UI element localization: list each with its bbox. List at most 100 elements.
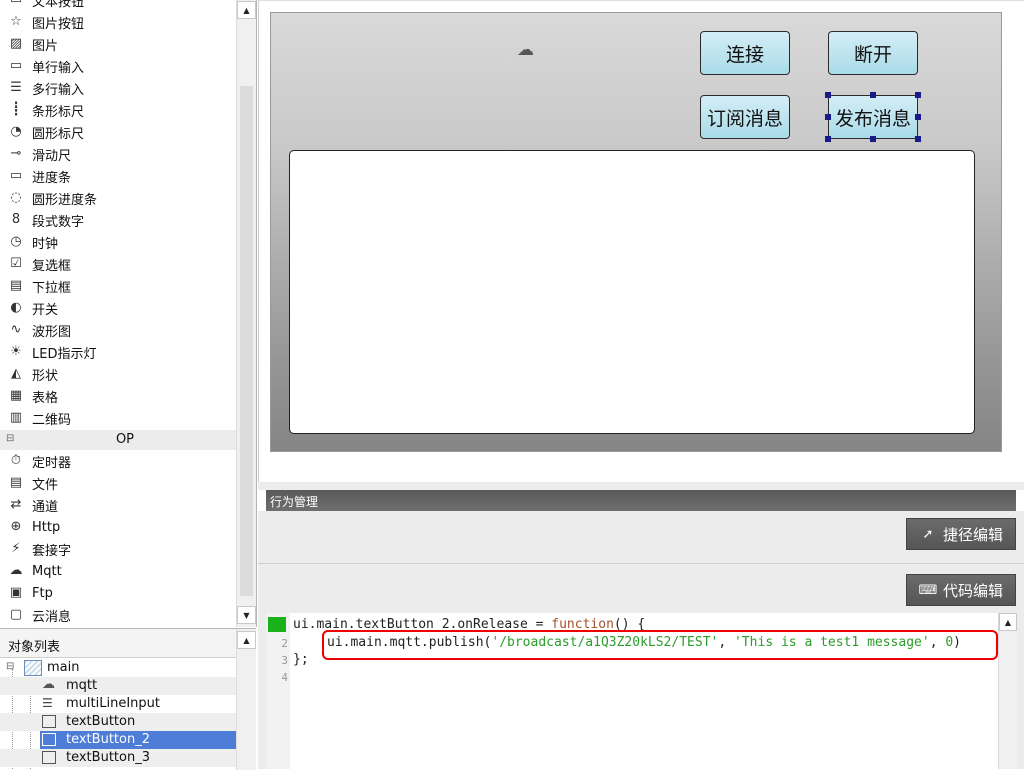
palette-item[interactable]: ▦ 表格 bbox=[0, 385, 236, 407]
tree-node-textbutton-3[interactable]: textButton_3 bbox=[0, 749, 236, 767]
file-icon: ▤ bbox=[9, 475, 23, 490]
resize-handle[interactable] bbox=[870, 92, 876, 98]
resize-handle[interactable] bbox=[915, 114, 921, 120]
scroll-up-arrow-icon[interactable]: ▲ bbox=[237, 631, 256, 649]
palette-item[interactable]: ▭ 进度条 bbox=[0, 165, 236, 187]
clock-icon: ◷ bbox=[10, 234, 22, 249]
palette-item[interactable]: ▤ 文件 bbox=[0, 472, 236, 494]
palette-item[interactable]: ∿ 波形图 bbox=[0, 319, 236, 341]
button-icon bbox=[42, 751, 56, 764]
panel-gap bbox=[258, 482, 1024, 490]
palette-item[interactable]: ⊕ Http bbox=[0, 516, 236, 538]
progress-bar-icon: ▭ bbox=[9, 168, 23, 183]
waveform-icon: ∿ bbox=[10, 322, 22, 337]
led-icon: ☀ bbox=[10, 344, 22, 359]
palette-item[interactable]: ▭ 单行输入 bbox=[0, 55, 236, 77]
palette-section-op[interactable]: ⊟ OP bbox=[0, 430, 236, 450]
round-gauge-icon: ◔ bbox=[10, 124, 22, 139]
palette-item[interactable]: ◌ 圆形进度条 bbox=[0, 187, 236, 209]
behavior-panel-title: 行为管理 bbox=[270, 495, 319, 509]
resize-handle[interactable] bbox=[870, 136, 876, 142]
palette-item[interactable]: ┋ 条形标尺 bbox=[0, 99, 236, 121]
palette-item-label: 形状 bbox=[32, 368, 59, 384]
mqtt-icon: ☁ bbox=[9, 563, 23, 578]
palette-item-label: 多行输入 bbox=[32, 82, 85, 98]
palette-item[interactable]: ☰ 多行输入 bbox=[0, 77, 236, 99]
scroll-thumb[interactable] bbox=[240, 86, 253, 596]
resize-handle[interactable] bbox=[825, 136, 831, 142]
palette-item[interactable]: ◭ 形状 bbox=[0, 363, 236, 385]
palette-scrollbar[interactable]: ▲ ▼ bbox=[236, 0, 256, 627]
tree-node-textbutton[interactable]: textButton bbox=[0, 713, 236, 731]
palette-item[interactable]: ▢ 云消息 bbox=[0, 604, 236, 626]
image-button-icon: ☆ bbox=[10, 14, 22, 29]
tree-node-mqtt[interactable]: ☁ mqtt bbox=[0, 677, 236, 695]
image-icon: ▨ bbox=[9, 36, 23, 51]
editor-scrollbar[interactable]: ▲ bbox=[998, 613, 1017, 769]
palette-item-label: 图片按钮 bbox=[32, 16, 85, 32]
palette-item[interactable]: ▥ 二维码 bbox=[0, 407, 236, 429]
object-list-scrollbar[interactable]: ▲ bbox=[236, 629, 256, 770]
code-edit-label: 代码编辑 bbox=[943, 581, 1004, 600]
form-icon bbox=[24, 660, 42, 676]
palette-item-label: 单行输入 bbox=[32, 60, 85, 76]
scroll-down-arrow-icon[interactable]: ▼ bbox=[237, 606, 256, 624]
palette-item-label: 图片 bbox=[32, 38, 59, 54]
line-number: 4 bbox=[281, 671, 288, 684]
resize-handle[interactable] bbox=[915, 136, 921, 142]
palette-item[interactable]: ☀ LED指示灯 bbox=[0, 341, 236, 363]
palette-item[interactable]: ☑ 复选框 bbox=[0, 253, 236, 275]
palette-item[interactable]: ⊸ 滑动尺 bbox=[0, 143, 236, 165]
code-line-3[interactable]: }; bbox=[293, 652, 309, 667]
code-edit-button[interactable]: ⌨ 代码编辑 bbox=[906, 574, 1016, 606]
scroll-up-arrow-icon[interactable]: ▲ bbox=[999, 613, 1017, 631]
cloud-message-icon: ▢ bbox=[9, 607, 23, 622]
palette-item[interactable]: ▭ 文本按钮 bbox=[0, 0, 236, 11]
palette-item[interactable]: ◐ 开关 bbox=[0, 297, 236, 319]
connect-button[interactable]: 连接 bbox=[700, 31, 790, 75]
palette-item-label: 条形标尺 bbox=[32, 104, 85, 120]
tree-node-textbutton-2[interactable]: textButton_2 bbox=[0, 731, 236, 749]
tree-node-main[interactable]: ⊟ main bbox=[0, 659, 236, 677]
divider bbox=[258, 0, 1024, 1]
palette-item[interactable]: ⚡ 套接字 bbox=[0, 538, 236, 560]
palette-item-label: 段式数字 bbox=[32, 214, 85, 230]
publish-button[interactable]: 发布消息 bbox=[828, 95, 918, 139]
quick-edit-button[interactable]: ➚ 捷径编辑 bbox=[906, 518, 1016, 550]
resize-handle[interactable] bbox=[825, 92, 831, 98]
palette-item[interactable]: ▤ 下拉框 bbox=[0, 275, 236, 297]
scroll-up-arrow-icon[interactable]: ▲ bbox=[237, 1, 256, 19]
palette-item[interactable]: ▣ Ftp bbox=[0, 582, 236, 604]
tree-node-label: multiLineInput bbox=[66, 696, 160, 711]
shape-icon: ◭ bbox=[11, 366, 21, 381]
palette-item[interactable]: ⇄ 通道 bbox=[0, 494, 236, 516]
palette-item[interactable]: ▨ 图片 bbox=[0, 33, 236, 55]
palette-item[interactable]: ☆ 图片按钮 bbox=[0, 11, 236, 33]
tree-node-label: textButton_3 bbox=[66, 750, 150, 765]
resize-handle[interactable] bbox=[915, 92, 921, 98]
resize-handle[interactable] bbox=[825, 114, 831, 120]
palette-item[interactable]: 8 段式数字 bbox=[0, 209, 236, 231]
palette-section-title: OP bbox=[115, 432, 135, 447]
palette-item-label: 滑动尺 bbox=[32, 148, 72, 164]
shortcut-arrow-icon: ➚ bbox=[922, 526, 934, 542]
palette-item-label: 进度条 bbox=[32, 170, 72, 186]
mqtt-cloud-icon[interactable]: ☁ bbox=[517, 40, 534, 60]
palette-item[interactable]: ⏱ 定时器 bbox=[0, 450, 236, 472]
dropdown-icon: ▤ bbox=[9, 278, 23, 293]
palette-item-label: 下拉框 bbox=[32, 280, 72, 296]
multi-line-input-icon: ☰ bbox=[10, 80, 22, 95]
palette-item[interactable]: ☁ Mqtt bbox=[0, 560, 236, 582]
multiline-input[interactable] bbox=[289, 150, 975, 434]
disconnect-button[interactable]: 断开 bbox=[828, 31, 918, 75]
palette-item[interactable]: ◔ 圆形标尺 bbox=[0, 121, 236, 143]
palette-item-label: 圆形进度条 bbox=[32, 192, 98, 208]
breakpoint-marker[interactable] bbox=[268, 617, 286, 632]
collapse-icon[interactable]: ⊟ bbox=[6, 661, 14, 672]
object-list-panel: 对象列表 ▲ ⊟ main ☁ mqtt ☰ multiLineInput te… bbox=[0, 628, 256, 770]
tree-node-multilineinput[interactable]: ☰ multiLineInput bbox=[0, 695, 236, 713]
palette-item[interactable]: ◷ 时钟 bbox=[0, 231, 236, 253]
ftp-icon: ▣ bbox=[9, 585, 23, 600]
behavior-panel-header: 行为管理 bbox=[266, 490, 1016, 511]
subscribe-button[interactable]: 订阅消息 bbox=[700, 95, 790, 139]
